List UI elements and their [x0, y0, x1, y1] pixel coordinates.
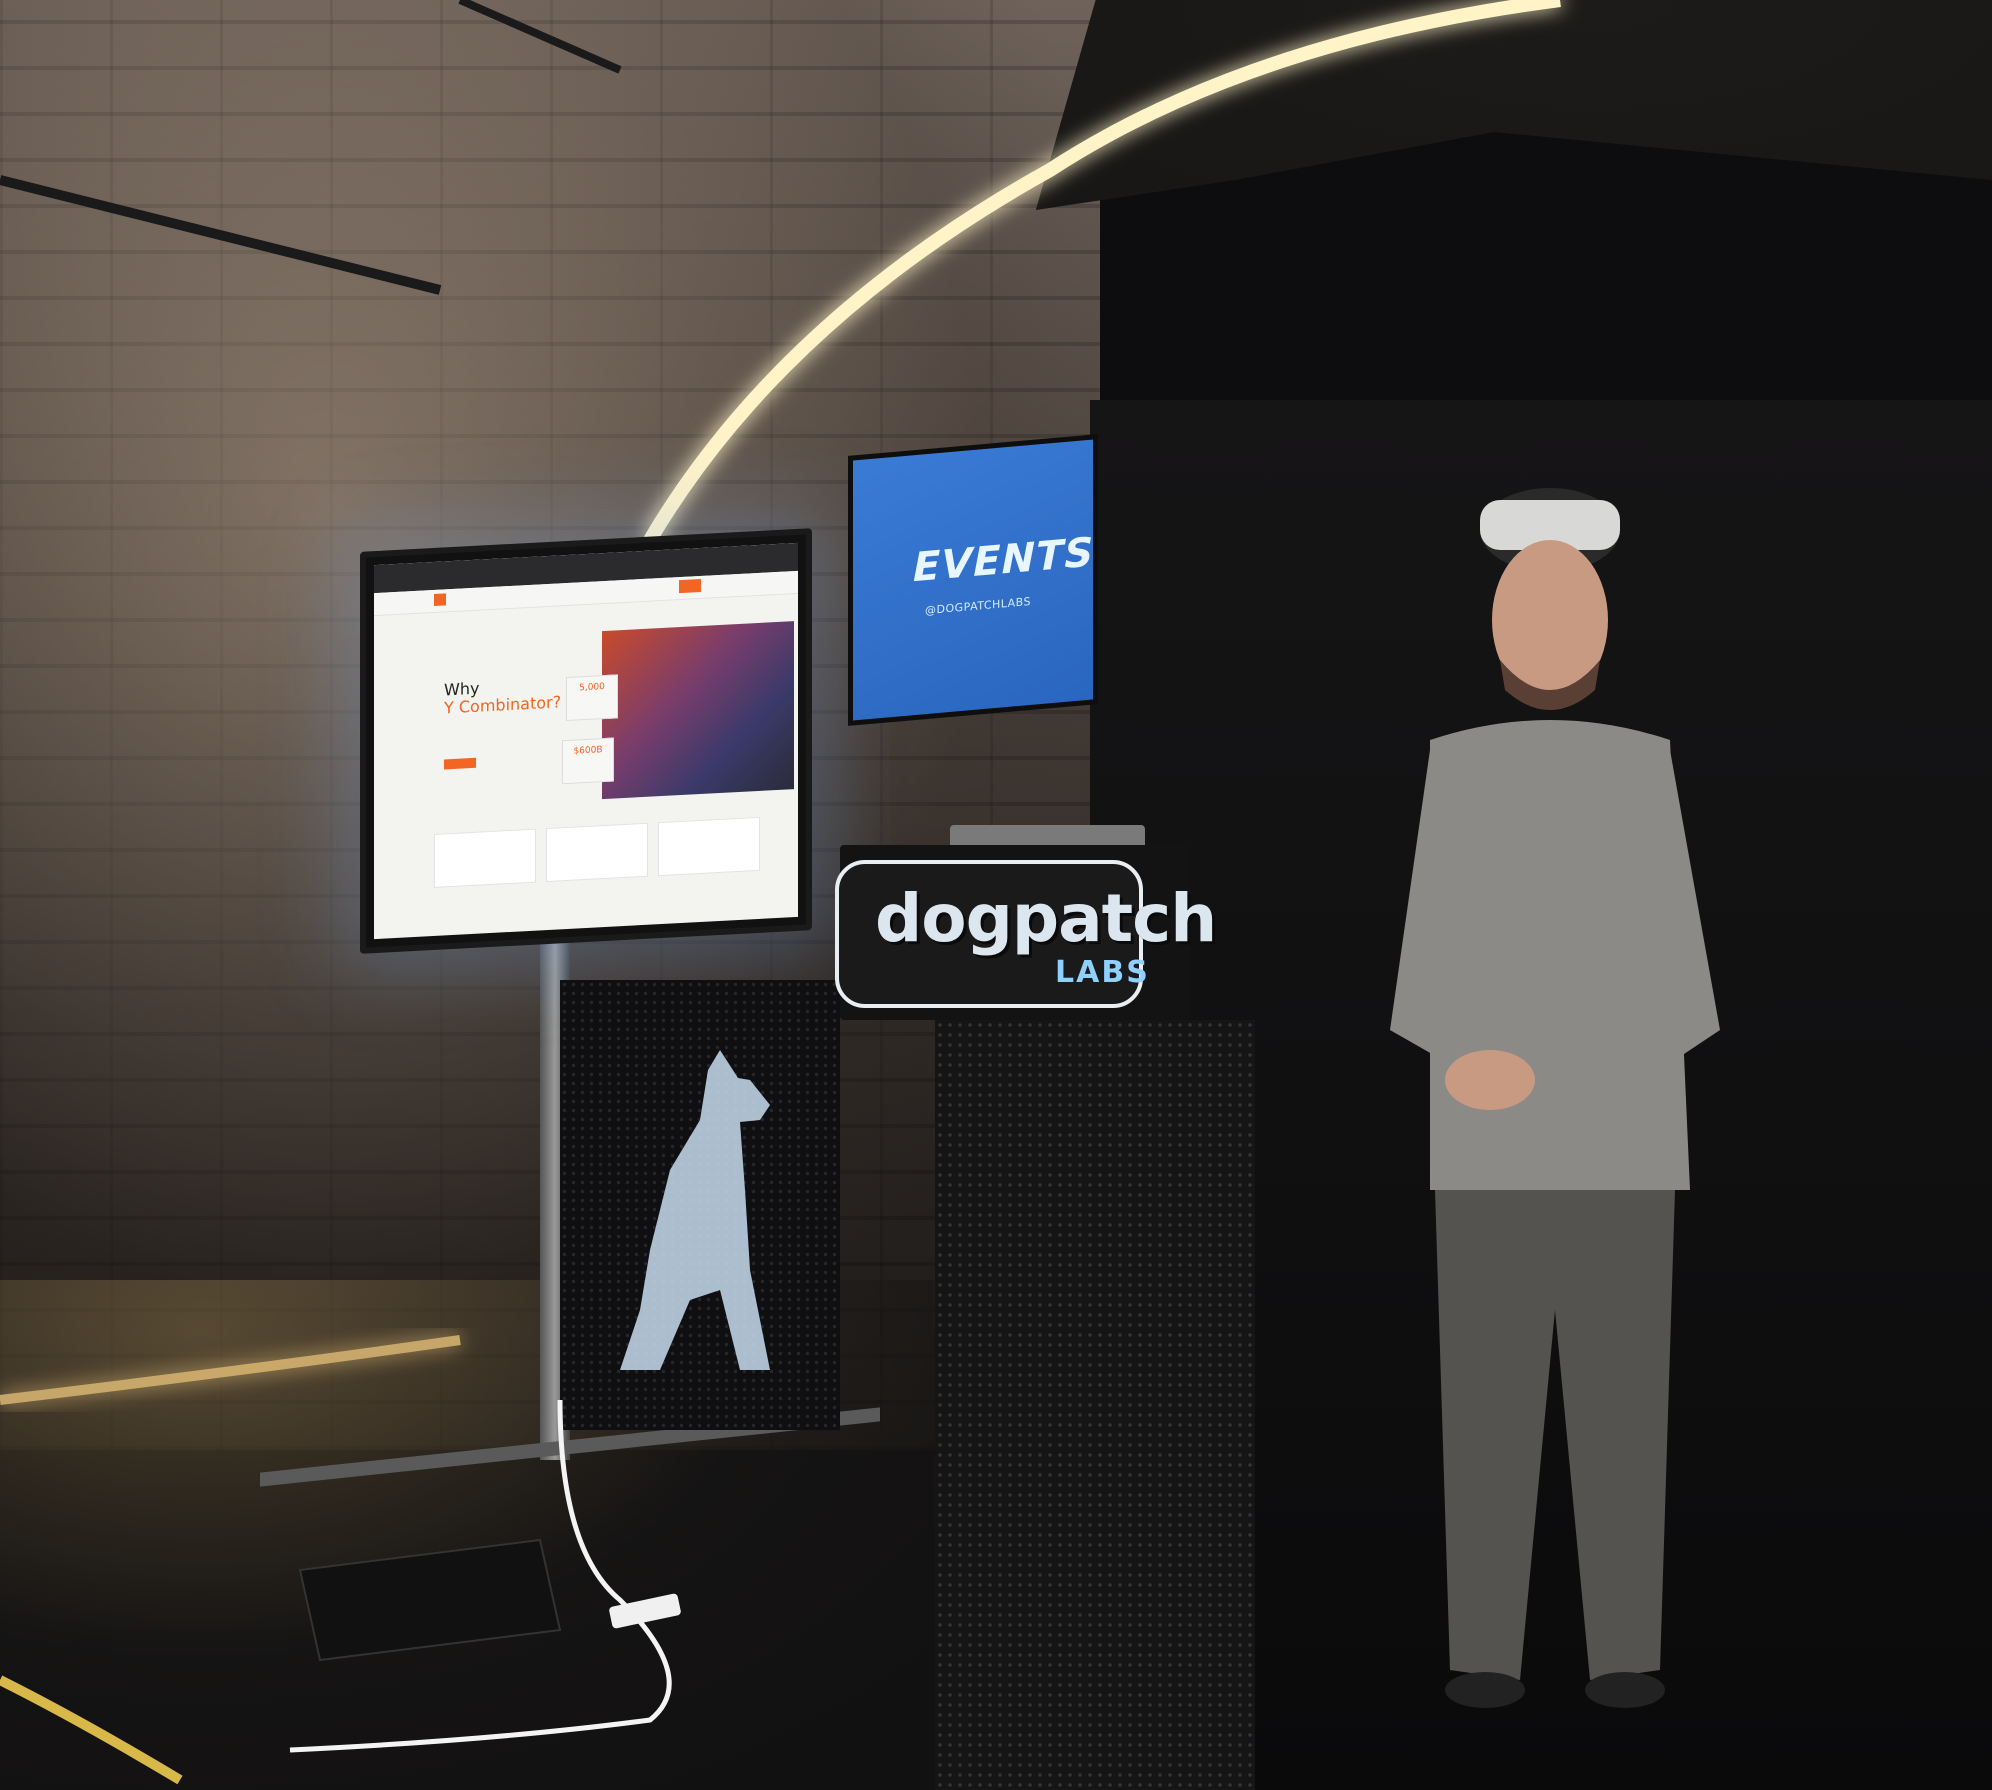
floor-cables: [0, 1399, 681, 1785]
events-screen: EVENTS @DOGPATCHLABS: [848, 434, 1098, 726]
dogpatch-logo: dogpatch: [875, 880, 1217, 957]
laptop: [950, 825, 1145, 847]
yc-logo-icon: [434, 593, 446, 606]
hero-title: Why Y Combinator?: [444, 675, 561, 717]
stat-card: 5,000: [566, 674, 618, 722]
info-card: [434, 828, 536, 888]
info-card: [546, 822, 648, 883]
tv-monitor: Why Y Combinator? 5,000 $600B: [360, 528, 812, 954]
tv-screen: Why Y Combinator? 5,000 $600B: [374, 542, 798, 940]
info-card: [658, 816, 760, 877]
events-handle: @DOGPATCHLABS: [925, 594, 1032, 618]
hero-photo: [602, 621, 794, 800]
labs-logo: LABS: [1055, 955, 1150, 990]
speaker: [1390, 488, 1720, 1708]
events-title: EVENTS: [913, 529, 1095, 592]
apply-button: [679, 578, 701, 594]
stat-card: $600B: [562, 737, 614, 785]
hero-cta-button: [444, 757, 476, 770]
